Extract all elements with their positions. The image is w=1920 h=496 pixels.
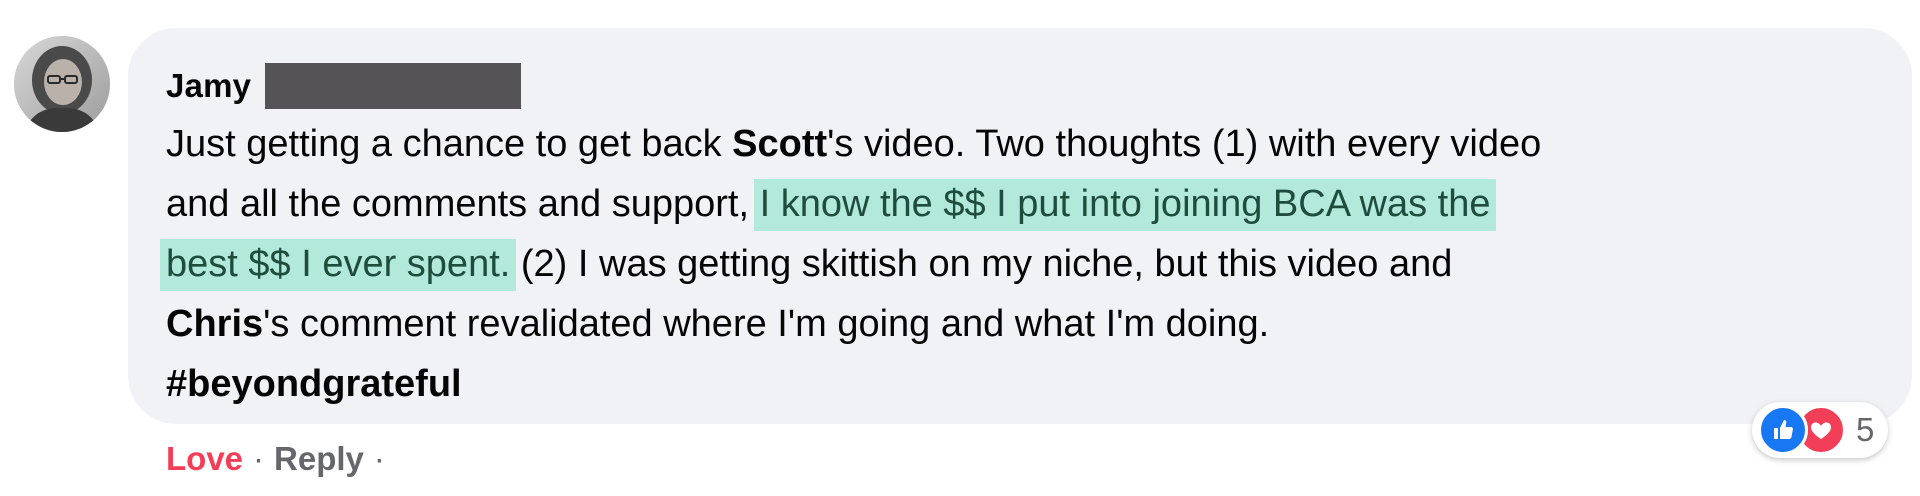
comment-text-fragment: 's comment revalidated where I'm going a…	[263, 303, 1270, 345]
comment-text-fragment: Just getting a chance to get back	[166, 123, 733, 165]
comment-container: Jamy Just getting a chance to get back S…	[0, 0, 1920, 496]
separator: ·	[253, 440, 265, 477]
comment-text-fragment: (2) I was getting skittish on my niche, …	[510, 243, 1453, 285]
reaction-count: 5	[1856, 411, 1875, 448]
love-reaction-link[interactable]: Love	[166, 440, 243, 478]
comment-line: and all the comments and support, I know…	[166, 174, 1886, 234]
hashtag-link[interactable]: #beyondgrateful	[166, 363, 462, 405]
separator: ·	[373, 440, 385, 477]
comment-actions: Love · Reply ·	[166, 440, 385, 478]
comment-line: #beyondgrateful	[166, 354, 1886, 414]
reaction-summary[interactable]: 5	[1752, 402, 1889, 458]
highlighted-text: I know the $$ I put into joining BCA was…	[753, 179, 1497, 231]
avatar-photo-icon	[14, 36, 110, 132]
mention-name[interactable]: Chris	[166, 303, 263, 345]
comment-text-fragment: and all the comments and support,	[166, 183, 760, 225]
reaction-icons	[1758, 405, 1846, 455]
comment-line: Chris's comment revalidated where I'm go…	[166, 294, 1886, 354]
reply-link[interactable]: Reply	[274, 440, 364, 478]
comment-line: Just getting a chance to get back Scott'…	[166, 114, 1886, 174]
comment-header: Jamy	[166, 62, 522, 110]
like-icon	[1758, 405, 1808, 455]
mention-name[interactable]: Scott	[732, 123, 827, 165]
comment-text-fragment: 's video. Two thoughts (1) with every vi…	[827, 123, 1542, 165]
author-name[interactable]: Jamy	[166, 67, 251, 105]
comment-line: best $$ I ever spent. (2) I was getting …	[160, 234, 1886, 294]
user-avatar[interactable]	[14, 36, 110, 132]
comment-text: Just getting a chance to get back Scott'…	[160, 114, 1886, 414]
highlighted-text: best $$ I ever spent.	[160, 239, 517, 291]
redacted-surname	[265, 63, 522, 109]
